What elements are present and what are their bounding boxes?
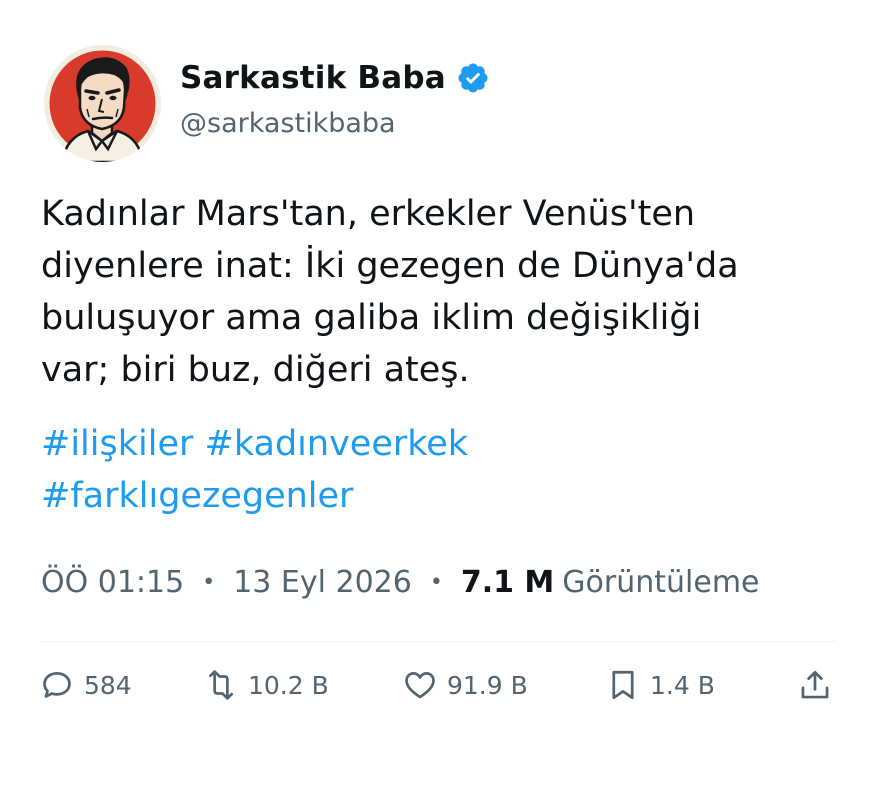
author-name[interactable]: Sarkastik Baba bbox=[180, 60, 446, 96]
tweet-time[interactable]: ÖÖ 01:15 bbox=[41, 565, 184, 600]
retweet-button[interactable]: 10.2 B bbox=[204, 668, 329, 702]
reply-count: 584 bbox=[84, 670, 132, 700]
tweet-meta: ÖÖ 01:15 • 13 Eyl 2026 • 7.1 M Görüntüle… bbox=[41, 565, 760, 600]
tweet-date[interactable]: 13 Eyl 2026 bbox=[233, 565, 412, 600]
tweet-text-line: var; biri buz, diğeri ateş. bbox=[41, 350, 470, 390]
views-count[interactable]: 7.1 M bbox=[461, 565, 554, 600]
separator-dot: • bbox=[202, 570, 216, 595]
share-icon bbox=[801, 670, 829, 699]
reply-button[interactable]: 584 bbox=[40, 668, 132, 702]
tweet-text-line: Kadınlar Mars'tan, erkekler Venüs'ten bbox=[41, 194, 696, 234]
reply-icon bbox=[43, 672, 71, 698]
heart-icon bbox=[405, 672, 435, 699]
avatar[interactable] bbox=[44, 45, 161, 162]
author-name-row: Sarkastik Baba bbox=[180, 60, 490, 96]
avatar-portrait-icon bbox=[44, 45, 161, 162]
tweet-text-line: diyenlere inat: İki gezegen de Dünya'da bbox=[41, 246, 739, 286]
tweet-text-line: buluşuyor ama galiba iklim değişikliği bbox=[41, 298, 702, 338]
tweet-text: Kadınlar Mars'tan, erkekler Venüs'ten di… bbox=[41, 188, 841, 396]
views-label[interactable]: Görüntüleme bbox=[562, 565, 759, 600]
author-handle[interactable]: @sarkastikbaba bbox=[180, 108, 396, 139]
share-button[interactable] bbox=[798, 668, 842, 702]
verified-badge-icon[interactable] bbox=[456, 61, 490, 95]
hashtag-link[interactable]: #ilişkiler bbox=[41, 424, 193, 464]
bookmark-icon bbox=[612, 670, 634, 700]
hashtags: #ilişkiler #kadınveerkek #farklıgezegenl… bbox=[41, 418, 841, 522]
bookmark-button[interactable]: 1.4 B bbox=[606, 668, 715, 702]
separator-dot: • bbox=[429, 570, 443, 595]
bookmark-count: 1.4 B bbox=[650, 670, 715, 700]
like-count: 91.9 B bbox=[447, 670, 528, 700]
hashtag-link[interactable]: #farklıgezegenler bbox=[41, 476, 353, 516]
divider bbox=[41, 641, 837, 642]
retweet-icon bbox=[209, 670, 233, 700]
retweet-count: 10.2 B bbox=[248, 670, 329, 700]
hashtag-link[interactable]: #kadınveerkek bbox=[205, 424, 469, 464]
like-button[interactable]: 91.9 B bbox=[403, 668, 528, 702]
